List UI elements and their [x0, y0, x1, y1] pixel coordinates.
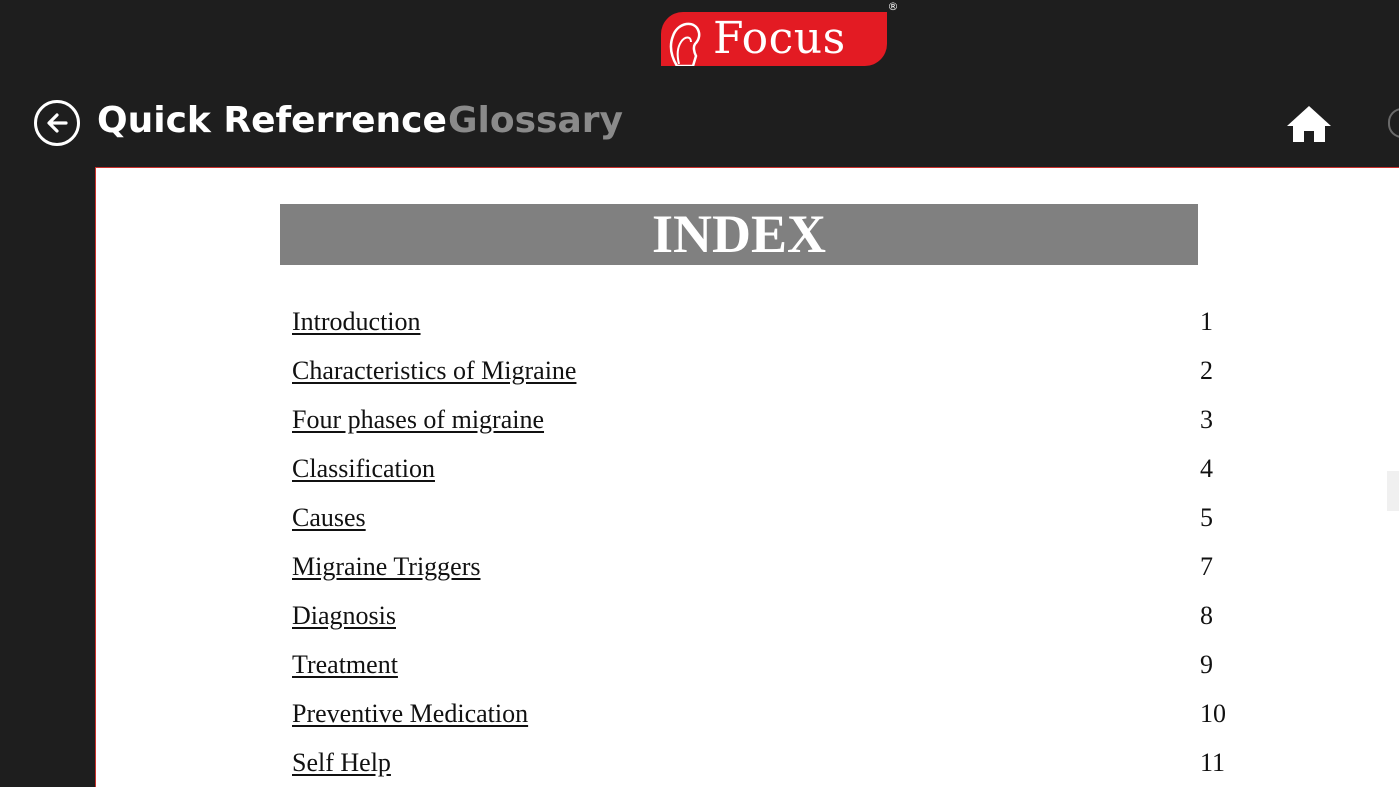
index-item-page: 10 — [1200, 699, 1226, 728]
index-list: Introduction 1 Characteristics of Migrai… — [292, 301, 1252, 787]
index-item-label[interactable]: Characteristics of Migraine — [292, 356, 576, 386]
index-item[interactable]: Four phases of migraine 3 — [292, 399, 1252, 448]
index-item-page: 2 — [1200, 356, 1213, 385]
index-item-page: 4 — [1200, 454, 1213, 483]
index-item[interactable]: Characteristics of Migraine 2 — [292, 350, 1252, 399]
index-item-page: 9 — [1200, 650, 1213, 679]
registered-mark: ® — [887, 0, 899, 13]
back-arrow-icon — [47, 113, 68, 133]
index-item-label[interactable]: Treatment — [292, 650, 398, 680]
index-item-page: 1 — [1200, 307, 1213, 336]
index-item-label[interactable]: Introduction — [292, 307, 421, 337]
index-item-label[interactable]: Classification — [292, 454, 435, 484]
index-item-label[interactable]: Causes — [292, 503, 366, 533]
back-button[interactable] — [34, 100, 80, 146]
index-item[interactable]: Classification 4 — [292, 448, 1252, 497]
index-item-page: 8 — [1200, 601, 1213, 630]
index-item[interactable]: Causes 5 — [292, 497, 1252, 546]
index-item[interactable]: Diagnosis 8 — [292, 595, 1252, 644]
home-button[interactable] — [1284, 100, 1334, 146]
scroll-handle[interactable] — [1387, 471, 1399, 511]
index-heading: INDEX — [280, 204, 1198, 265]
index-item-page: 11 — [1200, 748, 1226, 777]
logo-text: Focus — [713, 13, 846, 64]
app-window: Focus ® Quick Referrence Glossary INDEX … — [0, 0, 1399, 787]
partial-icon[interactable] — [1388, 108, 1399, 138]
index-item-page: 5 — [1200, 503, 1213, 532]
index-item-label[interactable]: Self Help — [292, 748, 391, 778]
index-item-page: 3 — [1200, 405, 1213, 434]
home-icon — [1287, 106, 1331, 142]
index-item[interactable]: Treatment 9 — [292, 644, 1252, 693]
tab-glossary[interactable]: Glossary — [448, 96, 623, 146]
index-item-label[interactable]: Four phases of migraine — [292, 405, 544, 435]
focus-logo: Focus — [661, 12, 887, 66]
index-item[interactable]: Self Help 11 — [292, 742, 1252, 787]
page-title: Quick Referrence — [97, 100, 447, 141]
index-item-label[interactable]: Preventive Medication — [292, 699, 528, 729]
index-page: INDEX Introduction 1 Characteristics of … — [95, 167, 1399, 787]
index-item[interactable]: Migraine Triggers 7 — [292, 546, 1252, 595]
index-item[interactable]: Preventive Medication 10 — [292, 693, 1252, 742]
index-item-label[interactable]: Diagnosis — [292, 601, 396, 631]
index-item-label[interactable]: Migraine Triggers — [292, 552, 481, 582]
index-item-page: 7 — [1200, 552, 1213, 581]
index-item[interactable]: Introduction 1 — [292, 301, 1252, 350]
head-silhouette-icon — [669, 22, 701, 66]
